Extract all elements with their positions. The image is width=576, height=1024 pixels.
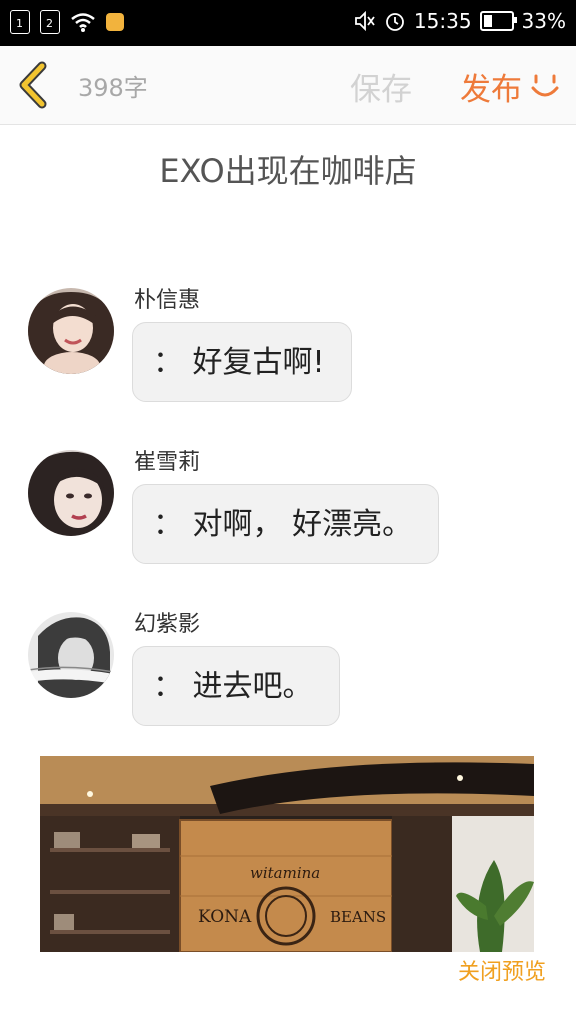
cafe-photo: witamina KONA BEANS	[40, 756, 534, 952]
sender-name: 幻紫影	[134, 612, 201, 637]
publish-button[interactable]: 发布	[460, 64, 522, 109]
avatar	[28, 288, 114, 374]
message-bubble: ： 对啊， 好漂亮。	[132, 484, 440, 564]
mute-icon	[355, 10, 375, 32]
avatar	[28, 612, 114, 698]
editor-toolbar: 398字 保存 发布	[0, 46, 576, 125]
article-title: EXO出现在咖啡店	[159, 152, 417, 190]
message-bubble: ： 进去吧。	[132, 646, 340, 726]
battery-icon	[479, 11, 517, 31]
app-notification-icon	[106, 13, 124, 31]
sender-name: 朴信惠	[134, 288, 201, 313]
battery-percent: 33%	[521, 9, 566, 33]
smile-icon	[531, 74, 559, 97]
close-preview-button[interactable]: 关闭预览	[458, 954, 546, 986]
clock: 15:35	[413, 9, 472, 33]
sign-right-text: BEANS	[330, 908, 386, 926]
chat-message: 朴信惠 ： 好复古啊!	[0, 288, 576, 418]
back-chevron-icon[interactable]	[14, 60, 54, 110]
word-count: 398字	[78, 74, 148, 102]
chat-message: 崔雪莉 ： 对啊， 好漂亮。	[0, 450, 576, 580]
sign-top-text: witamina	[250, 864, 320, 882]
status-bar: 1 2 15:35 33%	[0, 0, 576, 46]
message-bubble: ： 好复古啊!	[132, 322, 352, 402]
avatar	[28, 450, 114, 536]
sign-left-text: KONA	[198, 907, 252, 927]
alarm-icon	[386, 13, 404, 31]
save-button[interactable]: 保存	[350, 64, 412, 109]
sender-name: 崔雪莉	[134, 450, 201, 475]
chat-message: 幻紫影 ： 进去吧。	[0, 612, 576, 742]
sim2-icon: 2	[40, 10, 60, 34]
wifi-icon	[71, 13, 95, 32]
sim1-icon: 1	[10, 10, 30, 34]
